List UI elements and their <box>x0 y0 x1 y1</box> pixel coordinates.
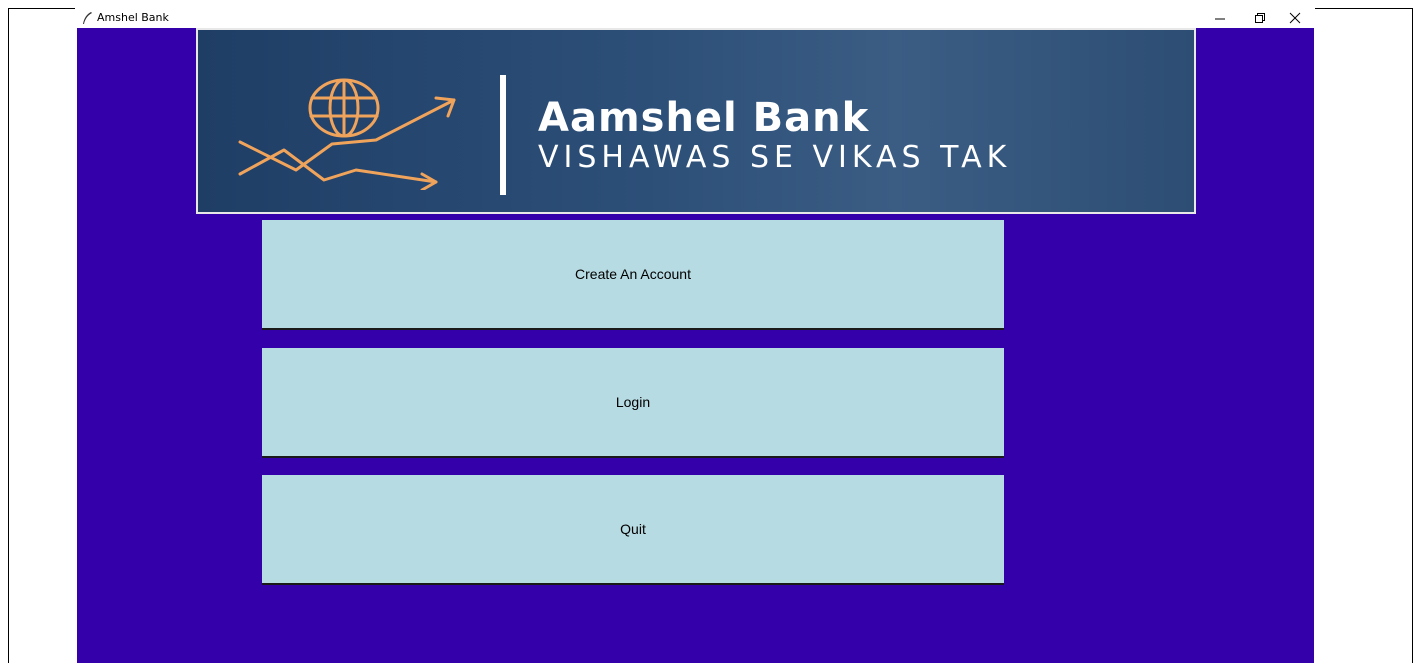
restore-button[interactable] <box>1245 8 1275 28</box>
close-icon <box>1289 12 1301 24</box>
window-title: Amshel Bank <box>97 11 169 24</box>
bank-name: Aamshel Bank <box>538 95 870 141</box>
create-account-button[interactable]: Create An Account <box>262 220 1004 328</box>
bank-banner: Aamshel Bank VISHAWAS SE VIKAS TAK <box>196 28 1196 214</box>
minimize-button[interactable] <box>1205 8 1235 28</box>
close-button[interactable] <box>1280 8 1310 28</box>
banner-divider <box>500 75 506 195</box>
bank-tagline: VISHAWAS SE VIKAS TAK <box>538 140 1012 175</box>
feather-icon <box>81 11 93 25</box>
restore-icon <box>1255 13 1265 23</box>
title-bar[interactable]: Amshel Bank <box>75 8 1315 28</box>
quit-button[interactable]: Quit <box>262 475 1004 583</box>
globe-growth-arrow-icon <box>238 78 456 190</box>
login-button[interactable]: Login <box>262 348 1004 456</box>
minimize-icon <box>1215 18 1225 20</box>
